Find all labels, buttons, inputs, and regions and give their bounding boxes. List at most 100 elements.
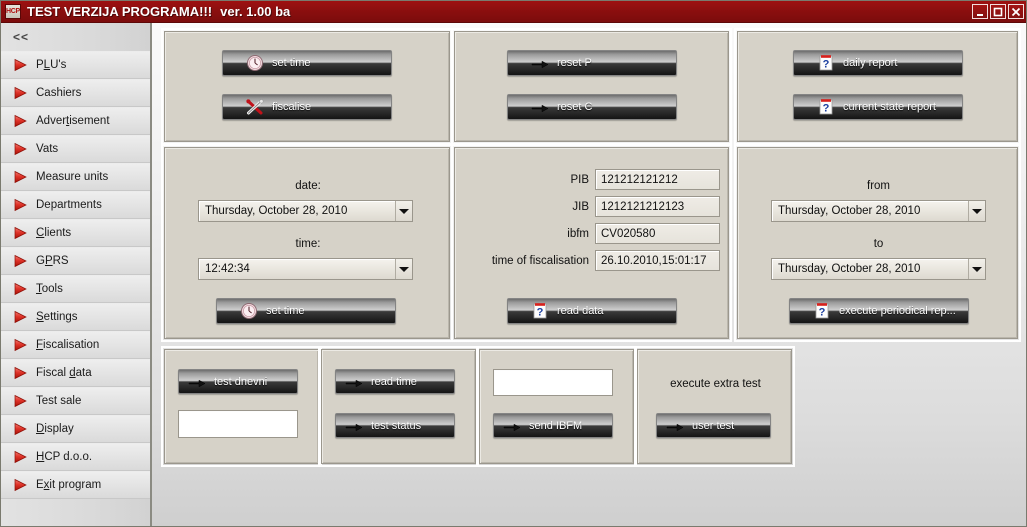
pib-field[interactable]: 121212121212 [595, 169, 720, 190]
chevron-down-icon[interactable] [968, 259, 985, 279]
content-area: set time fiscalise reset P reset C ? dai… [154, 23, 1026, 526]
test-dnevni-output[interactable] [178, 410, 298, 438]
panel-extra-test: execute extra test user test [634, 346, 795, 467]
fiscalise-button[interactable]: fiscalise [222, 94, 392, 120]
sidebar-item-test-sale[interactable]: Test sale [1, 387, 150, 415]
fiscalisation-time-value: 26.10.2010,15:01:17 [601, 254, 707, 267]
read-time-button[interactable]: read time [335, 369, 455, 394]
arrow-right-icon [13, 422, 28, 436]
ibfm-field[interactable]: CV020580 [595, 223, 720, 244]
time-label: time: [295, 238, 321, 250]
time-combobox[interactable]: 12:42:34 [198, 258, 413, 280]
send-ibfm-button[interactable]: send IBFM [493, 413, 613, 438]
user-test-button[interactable]: user test [656, 413, 771, 438]
sidebar-item-gprs[interactable]: GPRS [1, 247, 150, 275]
set-time-label-2: set time [266, 305, 305, 317]
panel-periodical-report: from Thursday, October 28, 2010 to Thurs… [734, 144, 1021, 342]
reset-c-label: reset C [557, 101, 593, 113]
minimize-icon [977, 13, 983, 16]
date-value: Thursday, October 28, 2010 [205, 205, 348, 217]
sidebar-item-exit-program[interactable]: Exit program [1, 471, 150, 499]
chevron-down-icon[interactable] [968, 201, 985, 221]
test-dnevni-button[interactable]: test dnevni [178, 369, 298, 394]
current-state-report-button[interactable]: ? current state report [793, 94, 963, 120]
execute-periodical-report-label: execute periodical rep... [839, 305, 956, 317]
maximize-icon [993, 7, 1003, 16]
fiscalisation-time-field[interactable]: 26.10.2010,15:01:17 [595, 250, 720, 271]
sidebar-item-advertisement[interactable]: Advertisement [1, 107, 150, 135]
sidebar-item-tools[interactable]: Tools [1, 275, 150, 303]
sidebar-item-label: Fiscal data [36, 367, 92, 379]
sidebar-collapse-label: << [13, 30, 30, 44]
set-time-button-2[interactable]: set time [216, 298, 396, 324]
sidebar-item-label: Clients [36, 227, 72, 239]
fiscalisation-time-label: time of fiscalisation [491, 255, 589, 267]
panel-datetime: date: Thursday, October 28, 2010 time: 1… [161, 144, 453, 342]
sidebar-item-hcp-d-o-o[interactable]: HCP d.o.o. [1, 443, 150, 471]
ibfm-label: ibfm [567, 228, 589, 240]
sidebar-item-settings[interactable]: Settings [1, 303, 150, 331]
sidebar-item-vats[interactable]: Vats [1, 135, 150, 163]
clock-icon [239, 301, 259, 321]
note-question-icon: ? [816, 53, 836, 73]
sidebar-item-display[interactable]: Display [1, 415, 150, 443]
chevron-down-icon[interactable] [395, 259, 412, 279]
panel-time-actions: set time fiscalise [161, 28, 453, 145]
extra-test-title: execute extra test [670, 378, 761, 390]
maximize-button[interactable] [990, 4, 1006, 19]
jib-value: 1212121212123 [601, 200, 685, 213]
execute-periodical-report-button[interactable]: ? execute periodical rep... [789, 298, 969, 324]
note-question-icon: ? [816, 97, 836, 117]
note-question-icon: ? [812, 301, 832, 321]
close-icon [1011, 7, 1021, 16]
sidebar-item-label: Display [36, 423, 74, 435]
sidebar-item-label: GPRS [36, 255, 69, 267]
sidebar-item-departments[interactable]: Departments [1, 191, 150, 219]
sidebar-item-measure-units[interactable]: Measure units [1, 163, 150, 191]
sidebar-item-cashiers[interactable]: Cashiers [1, 79, 150, 107]
reset-p-button[interactable]: reset P [507, 50, 677, 76]
sidebar-item-label: Fiscalisation [36, 339, 100, 351]
read-data-button[interactable]: ? read data [507, 298, 677, 324]
clock-icon [245, 53, 265, 73]
arrow-icon [344, 416, 364, 436]
sidebar-item-label: Settings [36, 311, 78, 323]
panel-test-dnevni: test dnevni [161, 346, 322, 467]
to-date-combobox[interactable]: Thursday, October 28, 2010 [771, 258, 986, 280]
svg-text:?: ? [823, 103, 830, 115]
jib-field[interactable]: 1212121212123 [595, 196, 720, 217]
test-status-button[interactable]: test status [335, 413, 455, 438]
title-bar: HCP TEST VERZIJA PROGRAMA!!! ver. 1.00 b… [1, 1, 1026, 23]
arrow-right-icon [13, 226, 28, 240]
sidebar-item-label: Vats [36, 143, 59, 155]
sidebar-item-label: PLU's [36, 59, 67, 71]
reset-c-button[interactable]: reset C [507, 94, 677, 120]
minimize-button[interactable] [972, 4, 988, 19]
date-combobox[interactable]: Thursday, October 28, 2010 [198, 200, 413, 222]
arrow-right-icon [13, 310, 28, 324]
arrow-right-icon [13, 58, 28, 72]
sidebar-item-label: Departments [36, 199, 102, 211]
sidebar-item-fiscalisation[interactable]: Fiscalisation [1, 331, 150, 359]
svg-text:?: ? [823, 59, 830, 71]
app-icon: HCP [5, 4, 21, 19]
panel-report-actions: ? daily report ? current state report [734, 28, 1021, 145]
set-time-label: set time [272, 57, 311, 69]
close-button[interactable] [1008, 4, 1024, 19]
sidebar-item-fiscal-data[interactable]: Fiscal data [1, 359, 150, 387]
read-data-label: read data [557, 305, 604, 317]
daily-report-button[interactable]: ? daily report [793, 50, 963, 76]
sidebar-item-clients[interactable]: Clients [1, 219, 150, 247]
chevron-down-icon[interactable] [395, 201, 412, 221]
ibfm-input[interactable] [493, 369, 613, 396]
sidebar-collapse-button[interactable]: << [1, 23, 150, 51]
from-date-combobox[interactable]: Thursday, October 28, 2010 [771, 200, 986, 222]
arrow-right-icon [13, 198, 28, 212]
panel-fiscal-info: PIB 121212121212 JIB 1212121212123 ibfm … [451, 144, 732, 342]
arrow-right-icon [13, 366, 28, 380]
pib-label: PIB [570, 174, 589, 186]
reset-p-label: reset P [557, 57, 592, 69]
sidebar-item-plu-s[interactable]: PLU's [1, 51, 150, 79]
set-time-button[interactable]: set time [222, 50, 392, 76]
sidebar-item-label: Advertisement [36, 115, 110, 127]
